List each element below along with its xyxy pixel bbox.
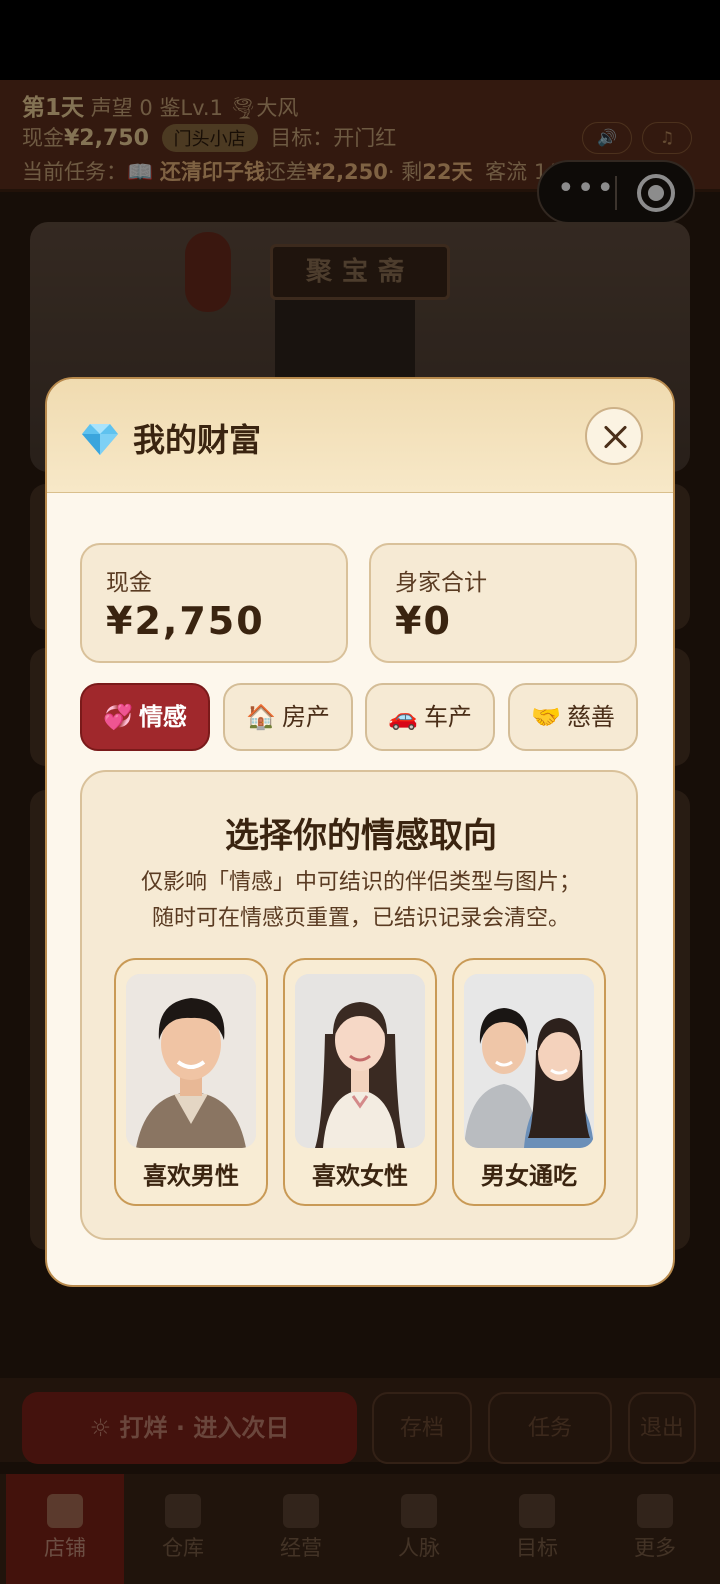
- tab-charity-label: 慈善: [566, 703, 615, 731]
- tab-vehicles-label: 车产: [423, 703, 472, 731]
- gem-icon: [82, 424, 118, 455]
- handshake-icon: 🤝: [531, 703, 561, 731]
- tab-property[interactable]: 🏠 房产: [223, 683, 353, 751]
- cash-label: 现金: [106, 570, 152, 596]
- modal-title-text: 我的财富: [133, 421, 262, 459]
- cash-card: 现金 ¥2,750: [80, 543, 348, 663]
- status-bar: [0, 0, 720, 80]
- modal-header: 我的财富: [47, 379, 673, 493]
- option-likes-men-label: 喜欢男性: [143, 1162, 239, 1190]
- cash-value: ¥2,750: [106, 599, 265, 643]
- modal-title: 我的财富: [81, 415, 261, 461]
- close-button[interactable]: [585, 407, 643, 465]
- option-likes-women[interactable]: 喜欢女性: [283, 958, 437, 1206]
- hearts-icon: 💞: [103, 703, 133, 731]
- tab-charity[interactable]: 🤝 慈善: [508, 683, 638, 751]
- tab-romance-label: 情感: [138, 703, 187, 731]
- house-icon: 🏠: [246, 703, 276, 731]
- orientation-description-line-1: 仅影响「情感」中可结识的伴侣类型与图片；: [140, 870, 581, 895]
- tab-property-label: 房产: [281, 703, 330, 731]
- option-likes-men[interactable]: 喜欢男性: [114, 958, 268, 1206]
- orientation-panel: 选择你的情感取向 仅影响「情感」中可结识的伴侣类型与图片； 随时可在情感页重置，…: [80, 770, 638, 1240]
- female-portrait: [295, 974, 425, 1148]
- option-likes-both[interactable]: 男女通吃: [452, 958, 606, 1206]
- tab-vehicles[interactable]: 🚗 车产: [365, 683, 495, 751]
- tab-romance[interactable]: 💞 情感: [80, 683, 210, 751]
- option-likes-women-label: 喜欢女性: [312, 1162, 408, 1190]
- wealth-modal: 我的财富 现金 ¥2,750 身家合计 ¥0 💞 情感 🏠 房产 🚗 车产 🤝 慈善 选…: [45, 377, 675, 1287]
- male-portrait: [126, 974, 256, 1148]
- networth-card: 身家合计 ¥0: [369, 543, 637, 663]
- networth-value: ¥0: [395, 599, 452, 643]
- couple-portrait: [464, 974, 594, 1148]
- orientation-description-line-2: 随时可在情感页重置，已结识记录会清空。: [151, 906, 570, 931]
- car-icon: 🚗: [388, 703, 418, 731]
- orientation-title: 选择你的情感取向: [225, 816, 497, 856]
- option-likes-both-label: 男女通吃: [481, 1162, 577, 1190]
- networth-label: 身家合计: [395, 570, 487, 596]
